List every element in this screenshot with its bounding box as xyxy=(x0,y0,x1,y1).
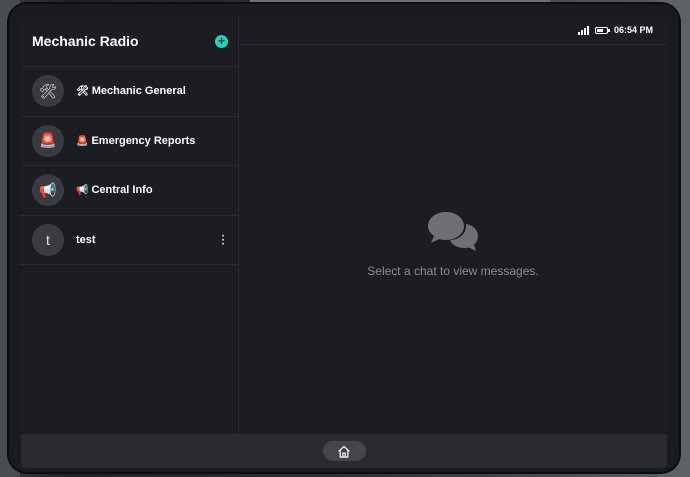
home-button[interactable] xyxy=(322,441,366,461)
chat-name-label: Central Info xyxy=(91,184,153,197)
avatar: t xyxy=(32,223,64,256)
avatar: 🚨 xyxy=(32,124,64,157)
add-chat-button[interactable]: + xyxy=(215,33,228,48)
megaphone-icon: 📢 xyxy=(76,185,89,197)
empty-state-text: Select a chat to view messages. xyxy=(367,263,539,278)
status-bar: 06:54 PM xyxy=(239,16,667,45)
chat-name: 🛠 Mechanic General xyxy=(76,85,186,97)
wrench-icon: 🛠 xyxy=(76,86,89,98)
avatar: 📢 xyxy=(32,174,64,207)
battery-icon xyxy=(594,26,610,34)
chat-name-label: Emergency Reports xyxy=(91,134,196,147)
chat-name: 📢 Central Info xyxy=(76,184,153,196)
avatar: 🛠 xyxy=(32,75,64,108)
plus-icon: + xyxy=(217,33,225,48)
chat-item-central-info[interactable]: 📢 📢 Central Info xyxy=(21,166,238,216)
sidebar-title: Mechanic Radio xyxy=(32,33,139,49)
tablet-frame: 06:54 PM Mechanic Radio + 🛠 🛠 Mechanic Ge… xyxy=(9,4,679,472)
home-icon xyxy=(338,445,350,458)
tablet-screen: 06:54 PM Mechanic Radio + 🛠 🛠 Mechanic Ge… xyxy=(21,16,667,468)
chat-name: 🚨 Emergency Reports xyxy=(76,135,195,147)
chat-name-label: Mechanic General xyxy=(91,85,186,98)
siren-icon: 🚨 xyxy=(76,135,89,147)
chat-name: test xyxy=(76,234,96,246)
signal-icon xyxy=(577,25,589,35)
chat-item-test[interactable]: t test xyxy=(21,216,238,265)
sidebar-header: Mechanic Radio + xyxy=(21,16,238,67)
chat-item-emergency-reports[interactable]: 🚨 🚨 Emergency Reports xyxy=(21,117,238,166)
status-time: 06:54 PM xyxy=(613,25,653,35)
bottom-nav-bar xyxy=(21,434,667,468)
chat-item-mechanic-general[interactable]: 🛠 🛠 Mechanic General xyxy=(21,67,238,117)
more-options-icon[interactable] xyxy=(221,234,224,245)
empty-chat-state: Select a chat to view messages. xyxy=(239,45,667,434)
chat-bubbles-icon xyxy=(428,211,478,251)
chat-name-label: test xyxy=(76,233,96,246)
chat-sidebar: Mechanic Radio + 🛠 🛠 Mechanic General 🚨 🚨… xyxy=(21,16,239,434)
